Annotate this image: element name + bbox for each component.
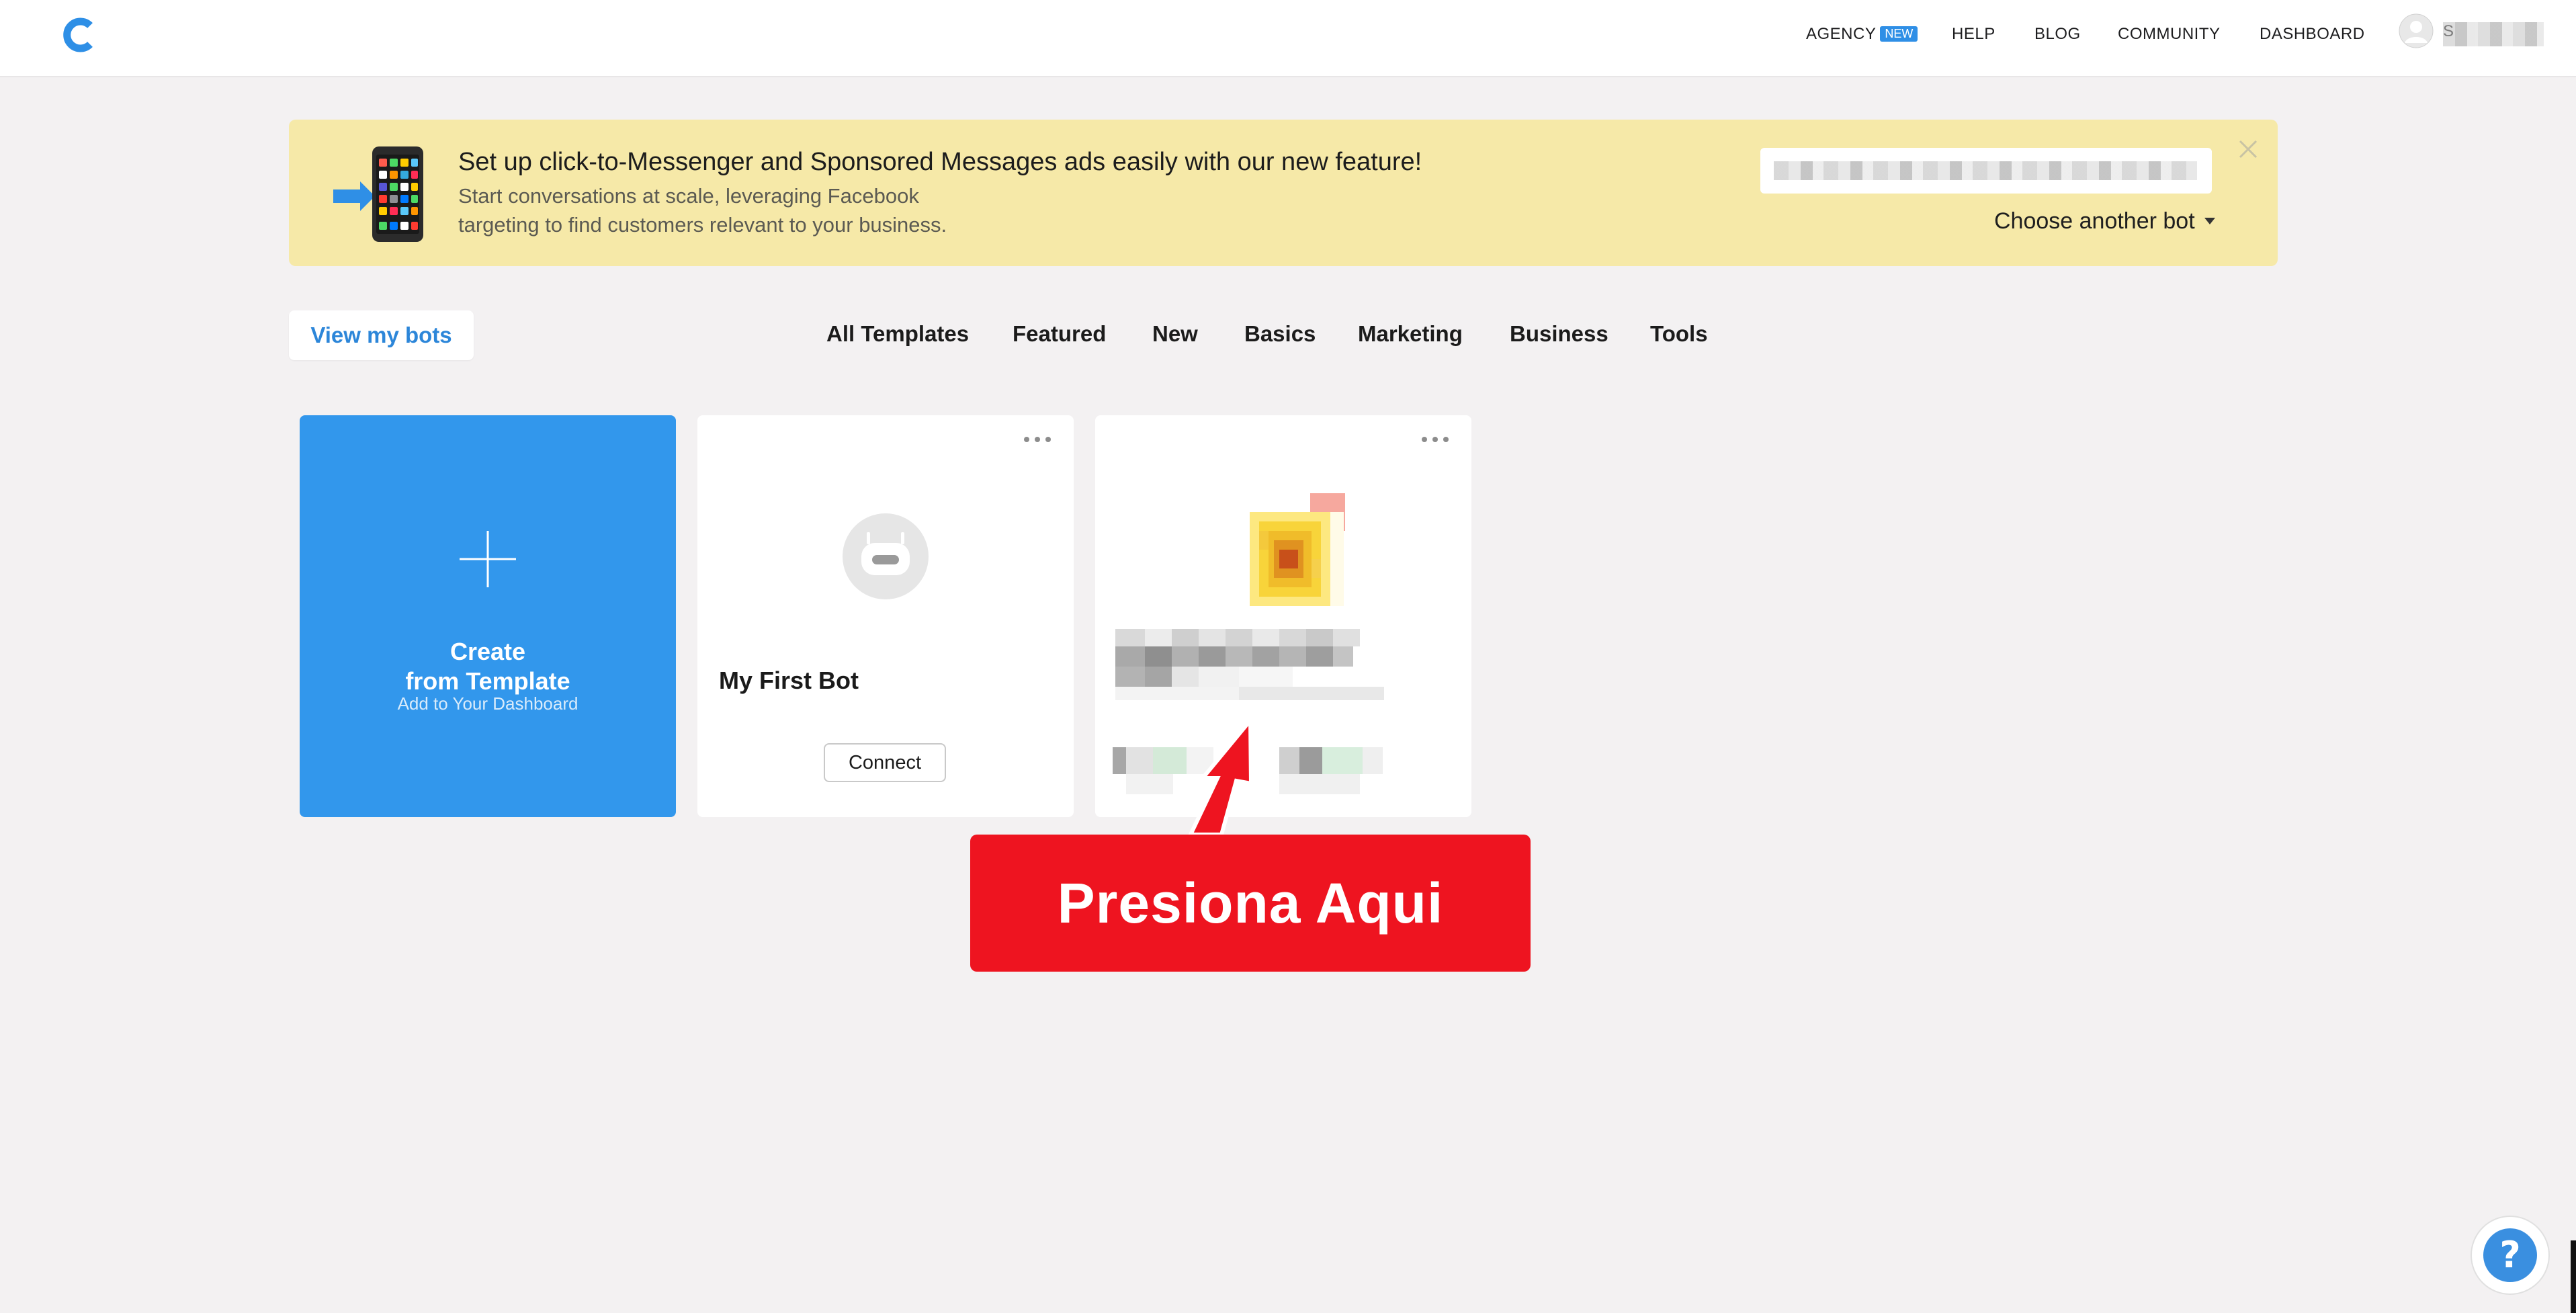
robot-avatar-icon <box>843 513 929 599</box>
tab-tools[interactable]: Tools <box>1650 321 1708 347</box>
nav-help[interactable]: HELP <box>1952 25 1995 44</box>
choose-bot-label: Choose another bot <box>1994 208 2195 234</box>
tab-business[interactable]: Business <box>1510 321 1608 347</box>
close-icon[interactable] <box>2237 138 2259 160</box>
nav-agency[interactable]: AGENCY NEW <box>1806 25 1918 44</box>
caret-down-icon <box>2204 218 2215 224</box>
chatfuel-logo-icon[interactable] <box>60 15 101 55</box>
tab-new[interactable]: New <box>1152 321 1198 347</box>
plus-icon <box>460 531 516 587</box>
connect-button[interactable]: Connect <box>824 743 946 782</box>
phone-with-arrow-icon <box>333 146 423 242</box>
user-avatar-icon[interactable] <box>2399 13 2434 48</box>
help-icon-label: ? <box>2499 1234 2520 1276</box>
help-icon[interactable]: ? <box>2470 1215 2550 1296</box>
tab-marketing[interactable]: Marketing <box>1358 321 1463 347</box>
more-options-icon[interactable] <box>1420 435 1450 443</box>
choose-another-bot-dropdown[interactable]: Choose another bot <box>1994 208 2215 235</box>
tab-featured[interactable]: Featured <box>1013 321 1106 347</box>
bot-card[interactable]: My First Bot Connect <box>697 415 1074 817</box>
window-edge <box>2571 1240 2576 1313</box>
tab-basics[interactable]: Basics <box>1244 321 1316 347</box>
bot-name: My First Bot <box>719 667 859 694</box>
nav-blog[interactable]: BLOG <box>2034 25 2081 44</box>
redacted-bot-picture <box>1250 493 1345 606</box>
promo-banner: Set up click-to-Messenger and Sponsored … <box>289 120 2278 266</box>
view-my-bots-button[interactable]: View my bots <box>289 310 474 360</box>
create-title-line2: from Template <box>405 667 570 695</box>
user-initial: S <box>2443 22 2454 40</box>
more-options-icon[interactable] <box>1023 435 1052 443</box>
nav-agency-label: AGENCY <box>1806 25 1877 43</box>
banner-subtitle-line2: targeting to find customers relevant to … <box>458 213 947 237</box>
redacted-bot-name <box>1115 629 1384 707</box>
callout-label: Presiona Aqui <box>970 835 1531 972</box>
create-title: Create <box>449 638 526 665</box>
banner-title: Set up click-to-Messenger and Sponsored … <box>458 148 1422 176</box>
tab-all-templates[interactable]: All Templates <box>826 321 969 347</box>
user-name-redacted[interactable]: S <box>2443 22 2544 46</box>
nav-community[interactable]: COMMUNITY <box>2118 25 2220 44</box>
new-badge: NEW <box>1880 26 1918 42</box>
top-navigation: AGENCY NEW HELP BLOG COMMUNITY DASHBOARD … <box>0 0 2576 77</box>
create-subtitle: Add to Your Dashboard <box>397 693 578 714</box>
banner-subtitle: Start conversations at scale, leveraging… <box>458 184 919 208</box>
bot-select-field[interactable] <box>1760 148 2212 194</box>
create-from-template-card[interactable]: Create from Template Add to Your Dashboa… <box>300 415 676 817</box>
nav-dashboard[interactable]: DASHBOARD <box>2260 25 2365 44</box>
redacted-bot-name <box>1774 161 2197 180</box>
pointer-arrow-icon <box>1187 714 1254 837</box>
